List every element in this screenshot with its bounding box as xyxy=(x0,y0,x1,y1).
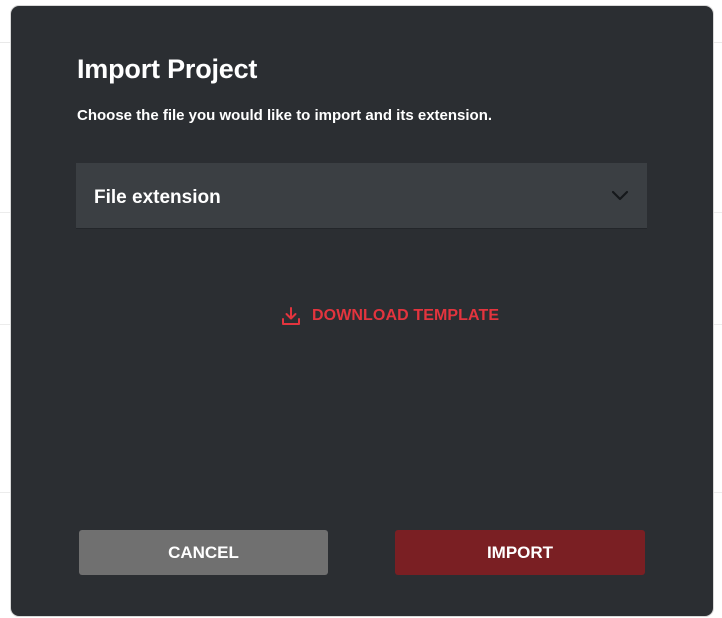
import-button[interactable]: IMPORT xyxy=(395,530,645,575)
chevron-down-icon xyxy=(611,190,629,201)
download-template-link[interactable]: DOWNLOAD TEMPLATE xyxy=(281,305,499,327)
download-icon xyxy=(282,307,300,325)
download-template-label: DOWNLOAD TEMPLATE xyxy=(312,307,500,324)
dialog-title: Import Project xyxy=(77,54,258,84)
dialog-subtitle: Choose the file you would like to import… xyxy=(77,107,493,124)
file-extension-select[interactable]: File extension xyxy=(76,163,647,229)
cancel-button[interactable]: CANCEL xyxy=(79,530,328,575)
file-extension-label: File extension xyxy=(94,187,221,208)
import-project-dialog: Import Project Choose the file you would… xyxy=(11,6,713,616)
